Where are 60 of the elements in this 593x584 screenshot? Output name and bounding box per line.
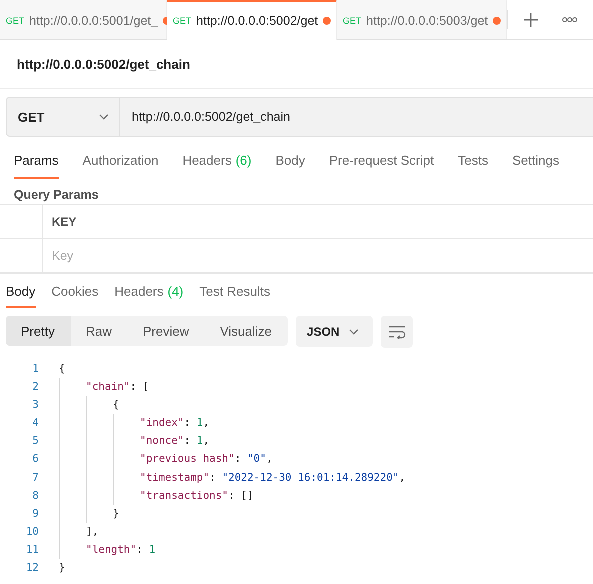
code-line: { [113,398,120,414]
line-number: 3 [32,398,39,414]
code-line: } [113,506,120,522]
method-select[interactable]: GET [6,97,120,137]
request-section-tab[interactable]: Params [14,153,59,179]
response-tab[interactable]: Cookies [52,284,99,308]
url-field[interactable]: http://0.0.0.0:5002/get_chain [120,97,593,137]
code-line: "index": 1, [140,416,210,432]
code-line: "nonce": 1, [140,434,210,450]
code-line: "transactions": [] [140,488,254,504]
code-line: } [59,561,66,576]
tab-url: http://0.0.0.0:5001/get_ [30,14,158,28]
code-line: "length": 1 [86,542,156,558]
request-section-tab[interactable]: Headers (6) [182,153,252,179]
view-mode-button[interactable]: Pretty [6,316,71,346]
code-line: "timestamp": "2022-12-30 16:01:14.289220", [140,470,406,486]
request-section-tab[interactable]: Settings [512,153,560,179]
request-section-tab[interactable]: Tests [458,153,488,179]
view-mode-button[interactable]: Raw [70,316,128,346]
code-line: ], [86,524,99,540]
code-line: { [59,362,66,377]
chevron-icon [99,114,109,120]
line-number: 12 [25,561,39,576]
response-tab[interactable]: Body [6,284,36,308]
wrap-button[interactable] [381,316,414,348]
request-tab[interactable]: GET http://0.0.0.0:5003/get [337,0,507,39]
line-number: 5 [32,434,39,450]
more-icon[interactable] [562,16,578,22]
line-number: 6 [32,452,39,468]
line-number: 4 [32,416,39,432]
method-label: GET [173,16,192,26]
line-number: 11 [25,542,39,558]
request-tab[interactable]: GET http://0.0.0.0:5002/get [167,0,337,40]
request-section-tab[interactable]: Body [276,153,306,179]
request-section-tab[interactable]: Pre-request Script [329,153,434,179]
response-tab[interactable]: Test Results [200,284,270,308]
code-line: "chain": [ [86,380,150,396]
line-number: 8 [32,488,39,504]
line-number: 1 [32,362,39,377]
method-label: GET [6,16,25,26]
line-number: 9 [32,506,39,522]
code-line: "previous_hash": "0", [140,452,273,468]
line-number: 7 [32,470,39,486]
line-number: 2 [32,380,39,396]
wrap-lines-icon [388,325,406,339]
section-title: Query Params [13,187,100,204]
method-label: GET [343,16,362,26]
request-section-tab[interactable]: Authorization [82,153,159,179]
tab-url: http://0.0.0.0:5003/get [366,14,488,28]
tab-url: http://0.0.0.0:5002/get [196,14,318,28]
format-select[interactable]: JSON [296,316,374,347]
request-title: http://0.0.0.0:5002/get_chain [0,40,593,89]
view-mode-button[interactable]: Visualize [205,316,288,346]
view-mode-button[interactable]: Preview [128,316,206,346]
plus-icon[interactable] [524,12,538,26]
response-tab[interactable]: Headers (4) [114,284,184,308]
chevron-icon [349,328,360,334]
column-header: KEY [52,214,77,228]
request-tab[interactable]: GET http://0.0.0.0:5001/get_ [0,0,167,39]
line-number: 10 [25,524,39,540]
